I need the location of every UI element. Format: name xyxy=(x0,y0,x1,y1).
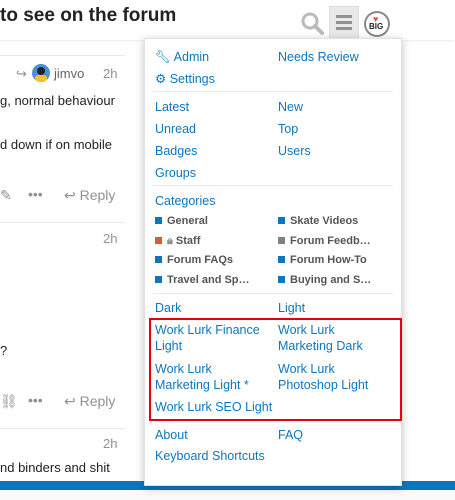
reply-button[interactable]: ↩ Reply xyxy=(64,393,115,410)
post-divider xyxy=(0,55,125,56)
hamburger-line xyxy=(336,21,352,24)
category-label: Forum How-To xyxy=(290,254,367,266)
menu-item-settings[interactable]: ⚙ Settings xyxy=(155,71,215,87)
post-text: g, normal behaviour xyxy=(0,93,115,108)
menu-item-latest[interactable]: Latest xyxy=(155,99,189,115)
menu-item-faq[interactable]: FAQ xyxy=(278,427,303,443)
category-label: Skate Videos xyxy=(290,215,359,227)
menu-item-unread[interactable]: Unread xyxy=(155,121,196,137)
wrench-icon: 🔧︎ xyxy=(155,50,171,64)
reply-button[interactable]: ↩ Reply xyxy=(64,187,115,204)
hamburger-menu-panel: 🔧︎ Admin Needs Review ⚙ Settings Latest … xyxy=(144,38,402,486)
menu-item-badges[interactable]: Badges xyxy=(155,143,197,159)
menu-item-groups[interactable]: Groups xyxy=(155,165,196,181)
category-color-badge xyxy=(155,276,162,283)
post-text: ? xyxy=(0,343,8,358)
post-text: nd binders and shit xyxy=(0,460,110,475)
menu-item-users[interactable]: Users xyxy=(278,143,311,159)
menu-item-label: Settings xyxy=(169,72,215,86)
menu-item-needs-review[interactable]: Needs Review xyxy=(278,49,359,65)
menu-divider xyxy=(153,91,393,92)
hamburger-line xyxy=(336,27,352,30)
category-label: Travel and Sp… xyxy=(167,274,250,286)
category-label: Forum FAQs xyxy=(167,254,234,266)
menu-divider xyxy=(153,293,393,294)
menu-item-about[interactable]: About xyxy=(155,427,188,443)
category-label: General xyxy=(167,215,208,227)
category-buying[interactable]: Buying and S… xyxy=(278,274,371,286)
post-username[interactable]: jimvo xyxy=(54,66,84,81)
category-label: Buying and S… xyxy=(290,274,372,286)
post-time[interactable]: 2h xyxy=(103,231,117,246)
hamburger-line xyxy=(336,15,352,18)
category-color-badge xyxy=(155,256,162,263)
categories-link[interactable]: Categories xyxy=(155,193,215,209)
hamburger-icon[interactable] xyxy=(329,6,359,38)
user-avatar-small xyxy=(32,64,50,82)
category-color-badge xyxy=(278,237,285,244)
link-icon[interactable]: ⛓ xyxy=(0,393,18,410)
reply-label: Reply xyxy=(79,393,116,409)
menu-item-admin[interactable]: 🔧︎ Admin xyxy=(155,49,209,65)
more-actions-button[interactable]: ••• xyxy=(28,392,43,408)
top-header: to see on the forum ♥ BIG xyxy=(0,0,455,40)
theme-seo-light[interactable]: Work Lurk SEO Light xyxy=(155,399,272,415)
category-forum-feedback[interactable]: Forum Feedb… xyxy=(278,235,371,247)
user-avatar[interactable]: ♥ BIG xyxy=(364,11,390,37)
category-staff[interactable]: 🔒︎ Staff xyxy=(155,235,200,248)
gear-icon: ⚙ xyxy=(155,72,167,86)
menu-divider xyxy=(153,185,393,186)
category-label: Forum Feedb… xyxy=(290,235,371,247)
post-text: d down if on mobile xyxy=(0,137,113,152)
post-divider xyxy=(0,222,125,223)
menu-item-keyboard-shortcuts[interactable]: Keyboard Shortcuts xyxy=(155,448,265,464)
post-time[interactable]: 2h xyxy=(103,436,117,451)
avatar-logo: BIG xyxy=(369,22,384,31)
category-color-badge xyxy=(278,256,285,263)
theme-marketing-light[interactable]: Work Lurk Marketing Light * xyxy=(155,361,270,393)
edit-icon[interactable]: ✎ xyxy=(0,187,12,204)
reply-arrow-icon: ↪ xyxy=(16,66,27,81)
theme-finance-light[interactable]: Work Lurk Finance Light xyxy=(155,322,270,354)
more-actions-button[interactable]: ••• xyxy=(28,186,43,202)
category-color-badge xyxy=(155,237,162,244)
menu-item-new[interactable]: New xyxy=(278,99,303,115)
post-time[interactable]: 2h xyxy=(103,66,117,81)
menu-item-top[interactable]: Top xyxy=(278,121,298,137)
category-skate-videos[interactable]: Skate Videos xyxy=(278,215,358,227)
theme-photoshop-light[interactable]: Work Lurk Photoshop Light xyxy=(278,361,393,393)
search-icon[interactable] xyxy=(300,10,326,36)
theme-marketing-dark[interactable]: Work Lurk Marketing Dark xyxy=(278,322,393,354)
topic-title: to see on the forum xyxy=(0,5,177,26)
category-color-badge xyxy=(278,217,285,224)
menu-item-label: Admin xyxy=(173,50,210,64)
category-travel[interactable]: Travel and Sp… xyxy=(155,274,250,286)
category-label: Staff xyxy=(175,235,201,247)
bottom-strip xyxy=(0,490,455,500)
category-color-badge xyxy=(278,276,285,283)
reply-label: Reply xyxy=(79,187,116,203)
theme-light[interactable]: Light xyxy=(278,300,305,316)
lock-icon: 🔒︎ xyxy=(167,235,173,247)
post-divider xyxy=(0,428,125,429)
category-general[interactable]: General xyxy=(155,215,208,227)
category-forum-how-to[interactable]: Forum How-To xyxy=(278,254,367,266)
theme-dark[interactable]: Dark xyxy=(155,300,181,316)
category-color-badge xyxy=(155,217,162,224)
category-forum-faqs[interactable]: Forum FAQs xyxy=(155,254,233,266)
